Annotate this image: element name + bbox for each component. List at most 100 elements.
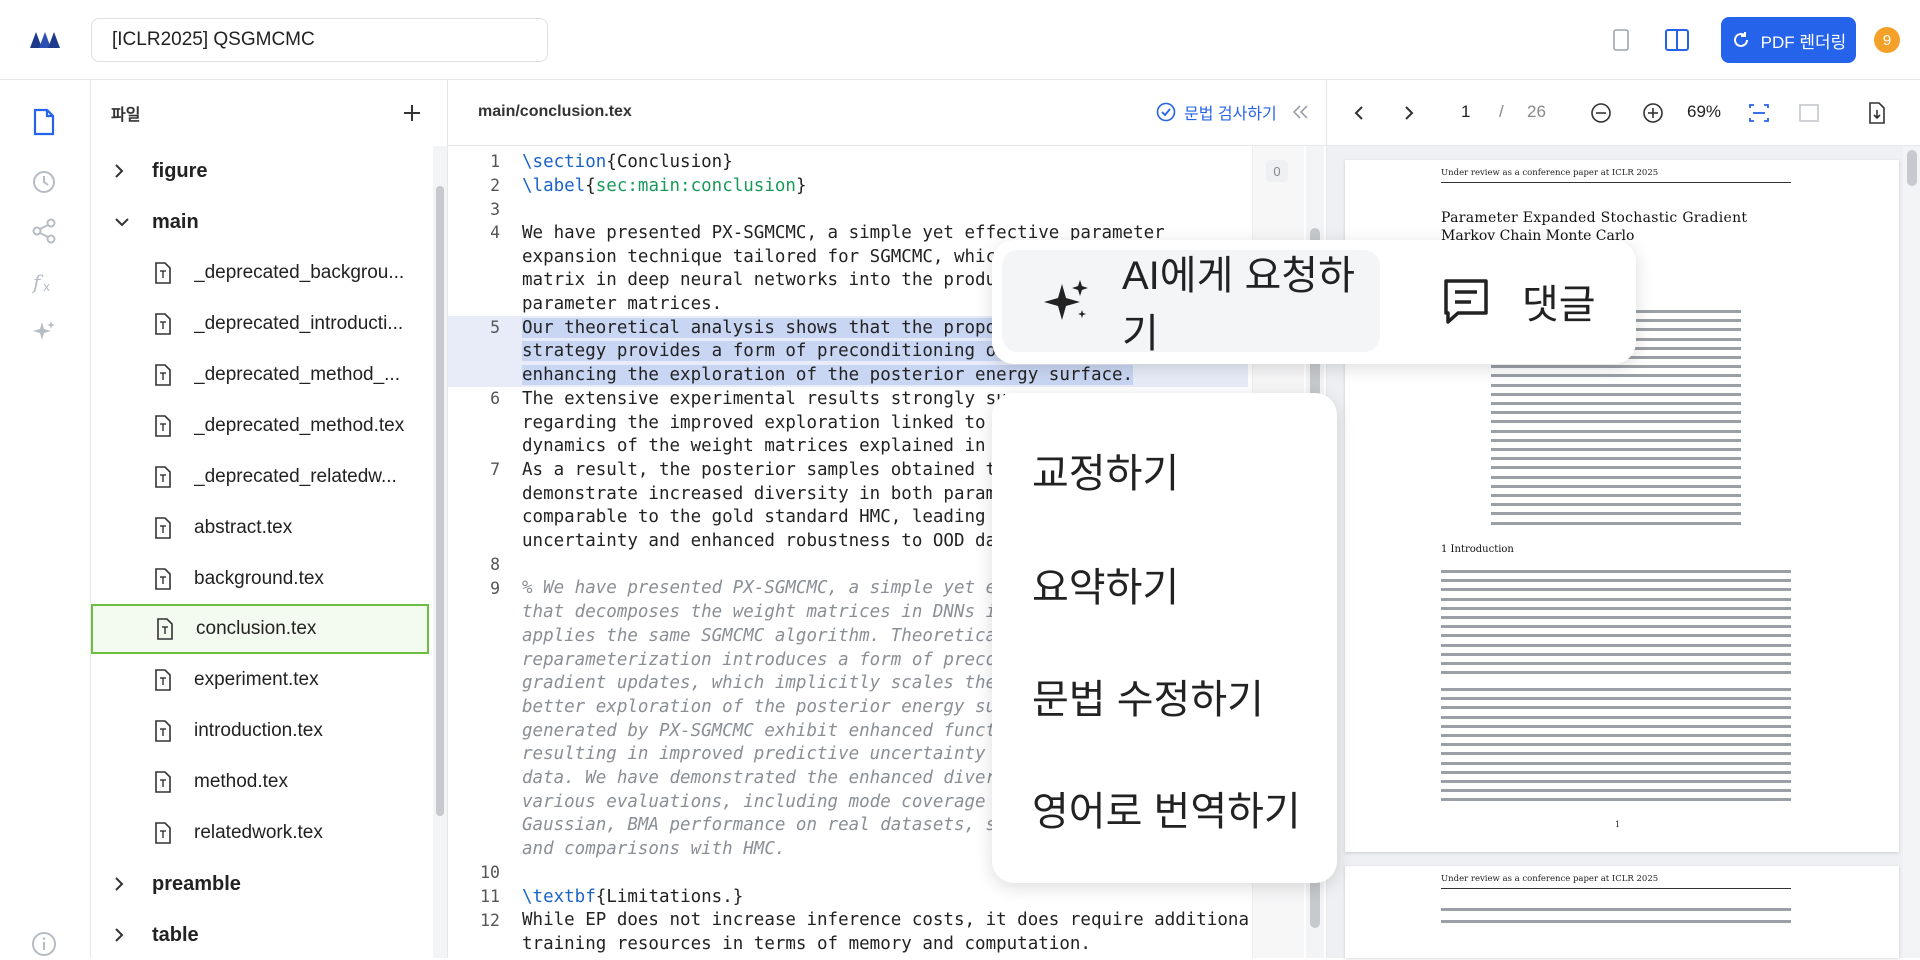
file-panel-header: 파일 <box>91 80 447 146</box>
pdf-text-line <box>1441 625 1791 629</box>
folder-label: preamble <box>152 872 241 895</box>
svg-text:x: x <box>43 280 50 294</box>
document-title-input[interactable]: [ICLR2025] QSGMCMC <box>91 18 548 62</box>
code-text: expansion technique tailored for SGMCMC,… <box>522 246 1007 267</box>
ai-action-popup: AI에게 요청하기 댓글 <box>992 240 1636 364</box>
file-item-selected[interactable]: conclusion.tex <box>91 604 429 654</box>
next-page-icon[interactable] <box>1397 101 1421 125</box>
file-icon[interactable] <box>28 106 60 138</box>
file-item[interactable]: method.tex <box>91 757 429 807</box>
file-panel: 파일 figure main _deprecated_backgrou... _… <box>91 80 448 958</box>
chevron-down-icon <box>114 217 130 227</box>
file-item[interactable]: _deprecated_backgrou... <box>91 248 429 298</box>
folder-figure[interactable]: figure <box>91 146 429 196</box>
fit-width-icon[interactable] <box>1747 101 1771 125</box>
pdf-render-button[interactable]: PDF 렌더링 <box>1721 17 1856 63</box>
tex-file-icon <box>154 822 174 844</box>
code-line[interactable]: 3 <box>448 197 1248 221</box>
pdf-text-line <box>1441 920 1791 923</box>
code-text: demonstrate increased diversity in both … <box>522 483 1007 504</box>
menu-item-summarize[interactable]: 요약하기 <box>1032 555 1179 613</box>
add-file-button[interactable] <box>399 100 425 126</box>
pdf-text-line <box>1441 697 1791 701</box>
file-item[interactable]: _deprecated_method.tex <box>91 401 429 451</box>
ai-sparkle-icon[interactable] <box>28 316 60 348</box>
file-tree-scrollbar[interactable] <box>433 146 447 958</box>
line-number: 10 <box>480 863 500 883</box>
code-line[interactable]: training resources in terms of memory an… <box>448 932 1248 956</box>
pdf-text-line <box>1491 420 1741 424</box>
pdf-text-line <box>1441 752 1791 756</box>
comment-count-badge[interactable]: 0 <box>1266 160 1288 182</box>
line-number: 5 <box>490 318 500 338</box>
zoom-level[interactable]: 69% <box>1687 102 1721 122</box>
app-logo[interactable] <box>28 28 62 52</box>
file-item[interactable]: experiment.tex <box>91 655 429 705</box>
scrollbar-thumb[interactable] <box>436 186 444 816</box>
code-text: that decomposes the weight matrices in D… <box>522 602 1007 623</box>
tex-file-icon <box>154 415 174 437</box>
folder-table[interactable]: table <box>91 910 429 958</box>
pdf-section-heading: 1 Introduction <box>1441 544 1514 555</box>
pdf-text-line <box>1491 466 1741 470</box>
tex-file-icon <box>154 517 174 539</box>
pdf-page-2[interactable]: Under review as a conference paper at IC… <box>1345 866 1899 958</box>
share-icon[interactable] <box>28 215 60 247</box>
download-pdf-icon[interactable] <box>1865 101 1889 125</box>
pdf-text-line <box>1491 402 1741 405</box>
folder-main[interactable]: main <box>91 197 429 247</box>
single-page-view-icon[interactable] <box>1607 26 1635 54</box>
folder-preamble[interactable]: preamble <box>91 859 429 909</box>
menu-item-fix-grammar[interactable]: 문법 수정하기 <box>1032 667 1264 725</box>
menu-item-proofread[interactable]: 교정하기 <box>1032 441 1179 499</box>
file-item[interactable]: background.tex <box>91 554 429 604</box>
menu-item-translate-english[interactable]: 영어로 번역하기 <box>1032 779 1301 837</box>
prev-page-icon[interactable] <box>1347 101 1371 125</box>
file-item[interactable]: abstract.tex <box>91 503 429 553</box>
history-icon[interactable] <box>28 166 60 198</box>
zoom-in-icon[interactable] <box>1641 101 1665 125</box>
line-number: 9 <box>490 578 500 598</box>
comment-button[interactable]: 댓글 <box>1440 250 1596 352</box>
ask-ai-label: AI에게 요청하기 <box>1122 254 1355 356</box>
code-line[interactable]: 1 \section{Conclusion} <box>448 150 1248 174</box>
pdf-text-line <box>1491 484 1741 488</box>
code-line[interactable]: 11 \textbf{Limitations.} <box>448 885 1248 909</box>
pdf-text-line <box>1441 588 1791 592</box>
ai-actions-menu: 교정하기 요약하기 문법 수정하기 영어로 번역하기 <box>992 393 1337 883</box>
avatar[interactable]: 9 <box>1874 27 1900 53</box>
info-icon[interactable] <box>28 928 60 960</box>
file-item[interactable]: relatedwork.tex <box>91 808 429 858</box>
fit-page-icon[interactable] <box>1797 101 1821 125</box>
scrollbar-thumb[interactable] <box>1907 150 1917 186</box>
code-text: \section{Conclusion} <box>522 151 733 172</box>
file-panel-title: 파일 <box>111 107 141 124</box>
code-line[interactable]: 12 While EP does not increase inference c… <box>448 908 1248 932</box>
grammar-check-button[interactable]: 문법 검사하기 <box>1156 100 1277 124</box>
formula-icon[interactable]: fx <box>28 266 60 298</box>
pdf-preview: 1 / 26 69% Under review as a conference … <box>1326 80 1920 958</box>
pdf-scrollbar[interactable] <box>1903 146 1920 958</box>
collapse-panel-button[interactable] <box>1290 101 1312 123</box>
code-line[interactable]: enhancing the exploration of the posteri… <box>448 363 1248 387</box>
ask-ai-button[interactable]: AI에게 요청하기 <box>1002 250 1380 356</box>
file-label: method.tex <box>194 771 288 792</box>
current-page-input[interactable]: 1 <box>1461 102 1470 122</box>
code-line[interactable]: 2 \label{sec:main:conclusion} <box>448 174 1248 198</box>
folder-label: main <box>152 210 199 233</box>
code-text: Our theoretical analysis shows that the … <box>522 317 1007 338</box>
zoom-out-icon[interactable] <box>1589 101 1613 125</box>
top-bar: [ICLR2025] QSGMCMC PDF 렌더링 9 <box>0 0 1920 80</box>
pdf-text-line <box>1491 383 1741 387</box>
pdf-text-line <box>1491 365 1741 369</box>
file-item[interactable]: _deprecated_method_... <box>91 350 429 400</box>
file-item[interactable]: _deprecated_relatedw... <box>91 452 429 502</box>
code-text: parameter matrices. <box>522 294 723 315</box>
split-view-icon[interactable] <box>1663 26 1691 54</box>
file-item[interactable]: introduction.tex <box>91 706 429 756</box>
file-item[interactable]: _deprecated_introducti... <box>91 299 429 349</box>
editor-header: main/conclusion.tex 문법 검사하기 <box>448 80 1326 146</box>
pdf-text-line <box>1441 634 1791 638</box>
pdf-text-line <box>1441 715 1791 719</box>
file-label: relatedwork.tex <box>194 822 323 843</box>
